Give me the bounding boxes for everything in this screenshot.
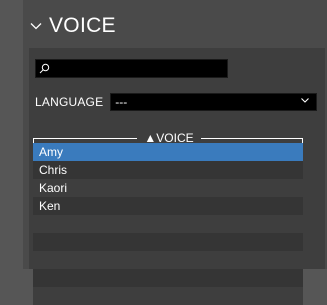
panel-title: VOICE [49,14,116,37]
search-input[interactable] [50,61,227,76]
voice-panel-header[interactable]: VOICE [23,10,327,42]
list-item-label: Chris [39,163,68,177]
language-selected-value: --- [115,95,128,109]
chevron-down-icon [300,97,310,107]
list-item[interactable] [33,287,303,305]
chevron-down-icon[interactable] [29,19,43,33]
list-item-label: Kaori [39,181,68,195]
list-item[interactable] [33,269,303,287]
search-icon [39,63,50,74]
language-row: LANGUAGE --- [35,92,317,112]
divider [33,138,137,139]
list-item[interactable]: Kaori [33,179,303,197]
list-item[interactable]: Amy [33,143,303,161]
voice-panel-content: LANGUAGE --- ▲VOICE Amy Chris Kaori Ken [29,48,325,305]
list-item-label: Ken [39,199,61,213]
voice-list: Amy Chris Kaori Ken [33,143,303,305]
list-item-label: Amy [39,145,63,159]
list-item[interactable]: Chris [33,161,303,179]
divider [201,138,303,139]
search-field[interactable] [35,59,228,78]
voice-panel: VOICE LANGUAGE --- ▲VOICE Amy Chris Kaor… [23,0,327,305]
list-item[interactable] [33,251,303,269]
language-select[interactable]: --- [110,93,317,111]
language-label: LANGUAGE [35,95,104,109]
list-item[interactable]: Ken [33,197,303,215]
list-item[interactable] [33,215,303,233]
list-item[interactable] [33,233,303,251]
